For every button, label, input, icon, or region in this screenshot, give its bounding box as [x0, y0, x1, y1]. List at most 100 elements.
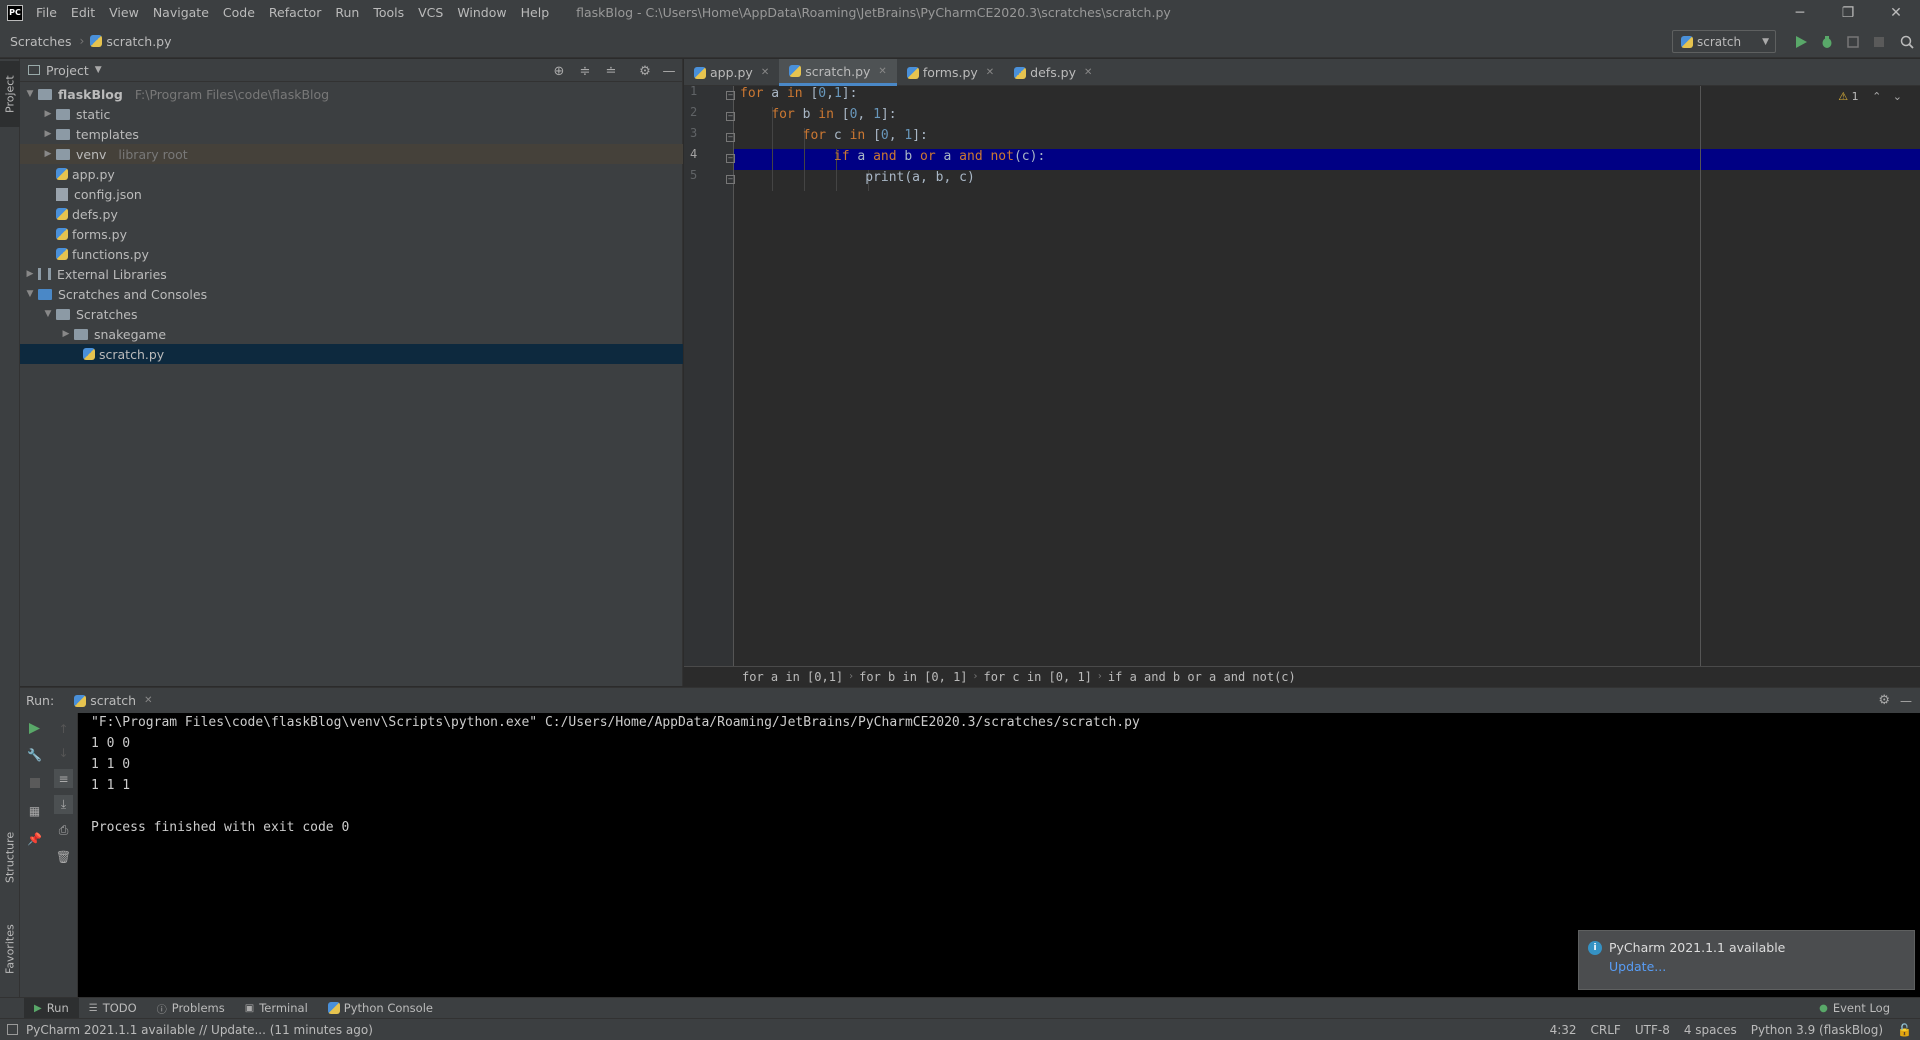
soft-wrap-icon[interactable]: ≡	[54, 769, 73, 788]
locate-icon[interactable]: ⊕	[550, 62, 568, 80]
debug-icon[interactable]	[1816, 31, 1838, 53]
run-icon[interactable]	[1790, 31, 1812, 53]
menu-code[interactable]: Code	[216, 0, 262, 25]
chevron-right-icon[interactable]: ▶	[58, 329, 74, 339]
tab-defs-py[interactable]: defs.py ✕	[1004, 59, 1102, 86]
trash-icon[interactable]: 🗑	[54, 847, 73, 866]
stop-icon[interactable]	[25, 773, 44, 792]
tree-row-templates[interactable]: ▶ templates	[20, 124, 683, 144]
code-editor[interactable]: 1 2 3 4 5 − − − − − for a in [0,1]: for …	[684, 84, 1920, 666]
menu-help[interactable]: Help	[514, 0, 557, 25]
close-tab-icon[interactable]: ✕	[986, 67, 994, 78]
fold-icon[interactable]: −	[726, 133, 735, 142]
lock-icon[interactable]: 🔓	[1897, 1023, 1912, 1037]
code-breadcrumb[interactable]: if a and b or a and not(c)	[1108, 670, 1296, 684]
minimize-icon[interactable]: ─	[1776, 0, 1824, 25]
line-separator[interactable]: CRLF	[1591, 1023, 1621, 1037]
layout-icon[interactable]: ▦	[25, 801, 44, 820]
hide-icon[interactable]: —	[1900, 694, 1912, 708]
chevron-right-icon[interactable]: ▶	[22, 269, 38, 279]
code-breadcrumb[interactable]: for b in [0, 1]	[859, 670, 967, 684]
favorites-tool-tab[interactable]: Favorites	[0, 909, 20, 989]
tree-row-defs-py[interactable]: defs.py	[20, 204, 683, 224]
problems-tool-button[interactable]: ⓘ Problems	[147, 998, 235, 1019]
search-icon[interactable]	[1896, 31, 1918, 53]
tree-row-flaskblog[interactable]: ▼ flaskBlog F:\Program Files\code\flaskB…	[20, 84, 683, 104]
chevron-down-icon[interactable]: ▼	[22, 289, 38, 299]
scroll-to-end-icon[interactable]: ⤓	[54, 795, 73, 814]
tree-row-forms-py[interactable]: forms.py	[20, 224, 683, 244]
chevron-right-icon[interactable]: ▶	[40, 149, 56, 159]
project-panel-title[interactable]: Project	[46, 63, 89, 78]
python-console-tool-button[interactable]: Python Console	[318, 998, 443, 1019]
caret-position[interactable]: 4:32	[1550, 1023, 1577, 1037]
tree-row-scratch-py[interactable]: scratch.py	[20, 344, 683, 364]
pin-icon[interactable]: 📌	[25, 829, 44, 848]
indent-setting[interactable]: 4 spaces	[1684, 1023, 1737, 1037]
breadcrumb-file[interactable]: scratch.py	[84, 34, 172, 49]
close-tab-icon[interactable]: ✕	[144, 695, 152, 706]
tab-app-py[interactable]: app.py ✕	[684, 59, 779, 86]
fold-icon[interactable]: −	[726, 112, 735, 121]
project-tool-tab[interactable]: Project	[0, 61, 20, 127]
gear-icon[interactable]: ⚙	[636, 62, 654, 80]
todo-tool-button[interactable]: ☰ TODO	[79, 998, 147, 1019]
breadcrumb-scratches[interactable]: Scratches	[0, 34, 72, 49]
tree-row-scratches[interactable]: ▼ Scratches	[20, 304, 683, 324]
chevron-down-icon[interactable]: ⌄	[1893, 90, 1902, 103]
print-icon[interactable]: ⎙	[54, 821, 73, 840]
tree-row-config-json[interactable]: config.json	[20, 184, 683, 204]
close-tab-icon[interactable]: ✕	[878, 66, 886, 77]
update-link[interactable]: Update...	[1609, 959, 1666, 974]
chevron-right-icon[interactable]: ▶	[40, 109, 56, 119]
menu-file[interactable]: File	[29, 0, 64, 25]
event-log-tool-button[interactable]: ● Event Log	[1809, 998, 1900, 1019]
restore-icon[interactable]: ❐	[1824, 0, 1872, 25]
menu-edit[interactable]: Edit	[64, 0, 102, 25]
coverage-icon[interactable]	[1842, 31, 1864, 53]
run-tool-button[interactable]: ▶ Run	[24, 997, 79, 1019]
gear-icon[interactable]: ⚙	[1878, 693, 1890, 708]
menu-run[interactable]: Run	[328, 0, 366, 25]
status-message[interactable]: PyCharm 2021.1.1 available // Update... …	[26, 1023, 373, 1037]
menu-window[interactable]: Window	[450, 0, 513, 25]
wrench-icon[interactable]: 🔧	[25, 745, 44, 764]
hide-icon[interactable]: —	[660, 62, 678, 80]
menu-navigate[interactable]: Navigate	[146, 0, 216, 25]
terminal-tool-button[interactable]: ▣ Terminal	[235, 998, 318, 1019]
run-config-dropdown[interactable]: scratch ▼	[1672, 30, 1776, 53]
chevron-down-icon[interactable]: ▼	[22, 89, 38, 99]
tree-row-venv[interactable]: ▶ venv library root	[20, 144, 683, 164]
expand-all-icon[interactable]: ≑	[576, 62, 594, 80]
fold-icon[interactable]: −	[726, 175, 735, 184]
code-breadcrumb[interactable]: for a in [0,1]	[742, 670, 843, 684]
tree-row-scratches-and-consoles[interactable]: ▼ Scratches and Consoles	[20, 284, 683, 304]
fold-icon[interactable]: −	[726, 91, 735, 100]
chevron-down-icon[interactable]: ▼	[40, 309, 56, 319]
close-tab-icon[interactable]: ✕	[1084, 67, 1092, 78]
chevron-right-icon[interactable]: ▶	[40, 129, 56, 139]
arrow-up-icon[interactable]: ↑	[54, 719, 73, 738]
tree-row-external-libraries[interactable]: ▶ External Libraries	[20, 264, 683, 284]
close-tab-icon[interactable]: ✕	[761, 67, 769, 78]
tree-row-static[interactable]: ▶ static	[20, 104, 683, 124]
tree-row-functions-py[interactable]: functions.py	[20, 244, 683, 264]
arrow-down-icon[interactable]: ↓	[54, 743, 73, 762]
menu-vcs[interactable]: VCS	[411, 0, 450, 25]
structure-tool-tab[interactable]: Structure	[0, 817, 20, 897]
run-tab-scratch[interactable]: scratch ✕	[74, 693, 152, 708]
collapse-all-icon[interactable]: ≐	[602, 62, 620, 80]
stop-icon[interactable]	[1868, 31, 1890, 53]
code-breadcrumb[interactable]: for c in [0, 1]	[984, 670, 1092, 684]
tab-scratch-py[interactable]: scratch.py ✕	[779, 59, 897, 86]
close-icon[interactable]: ✕	[1872, 0, 1920, 25]
menu-view[interactable]: View	[102, 0, 146, 25]
python-interpreter[interactable]: Python 3.9 (flaskBlog)	[1751, 1023, 1883, 1037]
tree-row-snakegame[interactable]: ▶ snakegame	[20, 324, 683, 344]
warning-indicator[interactable]: ⚠ 1 ⌃ ⌄	[1838, 90, 1902, 103]
tree-row-app-py[interactable]: app.py	[20, 164, 683, 184]
rerun-icon[interactable]	[25, 719, 44, 738]
chevron-up-icon[interactable]: ⌃	[1872, 90, 1881, 103]
menu-refactor[interactable]: Refactor	[262, 0, 328, 25]
status-toggle-icon[interactable]	[7, 1024, 18, 1035]
